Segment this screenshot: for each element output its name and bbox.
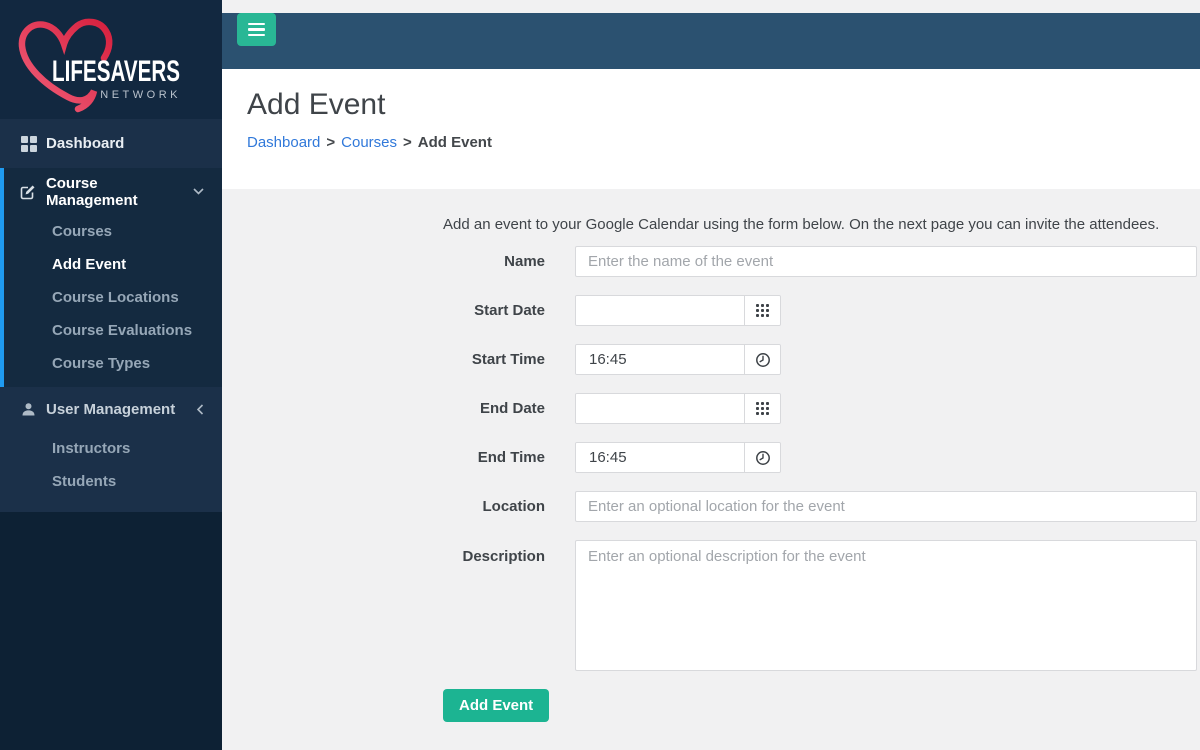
form-row-description: Description xyxy=(247,540,1200,671)
main-area: Add Event Dashboard > Courses > Add Event Ad… xyxy=(222,0,1200,750)
calendar-grid-icon[interactable] xyxy=(744,394,780,423)
breadcrumb-separator: > xyxy=(403,134,412,151)
end-date-label: End Date xyxy=(479,400,545,417)
sidebar-item-course-evaluations[interactable]: Course Evaluations xyxy=(4,314,222,347)
lifesavers-logo: LIFESAVERS NETWORK xyxy=(0,0,222,119)
sidebar-item-students[interactable]: Students xyxy=(0,465,222,498)
sidebar-item-user-management[interactable]: User Management xyxy=(0,387,222,432)
form-intro-text: Add an event to your Google Calendar usi… xyxy=(443,216,1160,233)
form-row-start-time: Start Time xyxy=(247,344,1200,375)
logo-title-text: LIFESAVERS xyxy=(52,55,180,88)
chevron-left-icon xyxy=(197,404,204,415)
description-label: Description xyxy=(462,548,545,565)
breadcrumb-link-dashboard[interactable]: Dashboard xyxy=(247,134,320,151)
clock-icon[interactable] xyxy=(744,443,780,472)
user-icon xyxy=(20,402,37,417)
sidebar-item-course-locations[interactable]: Course Locations xyxy=(4,281,222,314)
form-row-end-date: End Date xyxy=(247,393,1200,424)
form-row-name: Name xyxy=(247,246,1200,277)
end-date-input[interactable] xyxy=(576,394,744,423)
name-label: Name xyxy=(504,253,545,270)
form-row-start-date: Start Date xyxy=(247,295,1200,326)
start-time-label: Start Time xyxy=(471,351,545,368)
form-row-location: Location xyxy=(247,491,1200,522)
end-time-group xyxy=(575,442,781,473)
logo-subtitle-text: NETWORK xyxy=(100,89,181,101)
dashboard-grid-icon xyxy=(20,135,37,152)
app-window: LIFESAVERS NETWORK Dashboard Course Mana… xyxy=(0,0,1200,750)
topbar xyxy=(222,13,1200,69)
sidebar-section-course-management: Course Management Courses Add Event Cour… xyxy=(0,168,222,387)
sidebar-item-dashboard[interactable]: Dashboard xyxy=(0,119,222,168)
start-time-input[interactable] xyxy=(576,345,744,374)
sidebar-item-label: User Management xyxy=(46,401,176,418)
form-row-end-time: End Time xyxy=(247,442,1200,473)
add-event-submit-button[interactable]: Add Event xyxy=(443,689,550,722)
edit-icon xyxy=(20,184,37,200)
sidebar-item-label: Dashboard xyxy=(46,135,125,152)
breadcrumb: Dashboard > Courses > Add Event xyxy=(247,134,1200,151)
start-date-group xyxy=(575,295,781,326)
sidebar-item-label: Course Management xyxy=(45,174,138,209)
location-label: Location xyxy=(482,498,546,515)
breadcrumb-separator: > xyxy=(326,134,336,151)
heart-logo-icon: LIFESAVERS NETWORK xyxy=(18,18,181,113)
sidebar-item-add-event[interactable]: Add Event xyxy=(4,248,222,281)
location-input[interactable] xyxy=(575,491,1197,522)
sidebar-item-course-management[interactable]: Course Management xyxy=(4,168,222,215)
breadcrumb-current: Add Event xyxy=(417,134,492,151)
breadcrumb-link-courses[interactable]: Courses xyxy=(341,134,397,151)
calendar-grid-icon[interactable] xyxy=(744,296,780,325)
sidebar: LIFESAVERS NETWORK Dashboard Course Mana… xyxy=(0,0,222,750)
name-input[interactable] xyxy=(575,246,1197,277)
clock-icon[interactable] xyxy=(744,345,780,374)
sidebar-toggle-button[interactable] xyxy=(237,13,276,46)
start-date-input[interactable] xyxy=(576,296,744,325)
start-time-group xyxy=(575,344,781,375)
chevron-down-icon xyxy=(193,188,204,195)
sidebar-item-courses[interactable]: Courses xyxy=(4,215,222,248)
sidebar-section-user-management: User Management Instructors Students xyxy=(0,387,222,512)
sidebar-item-course-types[interactable]: Course Types xyxy=(4,347,222,380)
sidebar-item-instructors[interactable]: Instructors xyxy=(0,432,222,465)
end-date-group xyxy=(575,393,781,424)
form-panel: Add an event to your Google Calendar usi… xyxy=(222,189,1200,722)
page-title: Add Event xyxy=(247,88,386,121)
start-date-label: Start Date xyxy=(474,302,545,319)
description-textarea[interactable] xyxy=(575,540,1197,671)
page-header: Add Event Dashboard > Courses > Add Event xyxy=(222,69,1200,189)
end-time-label: End Time xyxy=(477,449,545,466)
end-time-input[interactable] xyxy=(576,443,744,472)
